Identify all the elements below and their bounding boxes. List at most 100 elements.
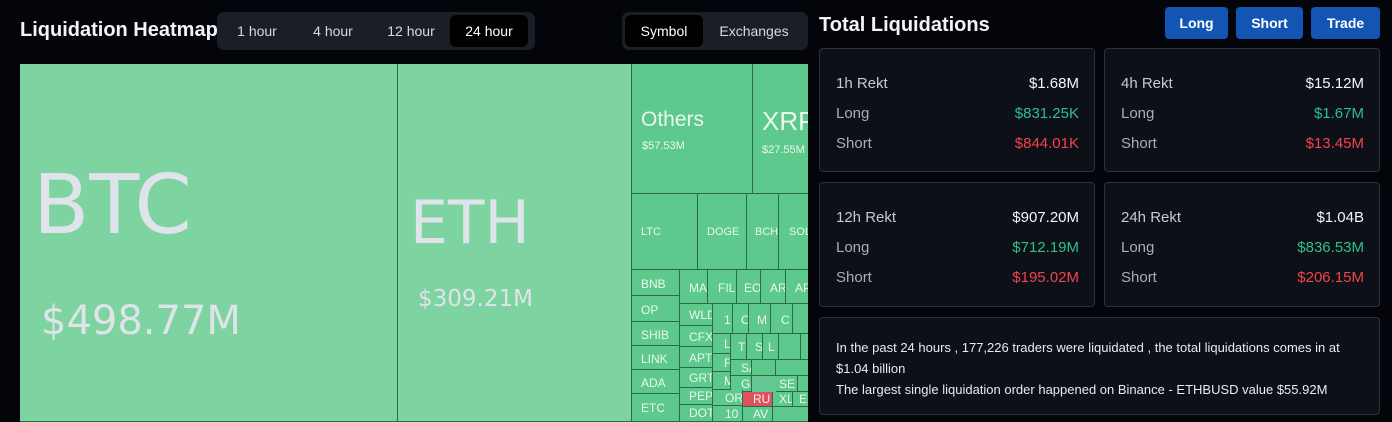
tile-symbol: C — [741, 313, 749, 327]
heatmap-tile-shib[interactable]: SHIB — [632, 322, 680, 346]
heatmap-tile-ltc[interactable]: LTC — [632, 194, 698, 270]
time-option-1-hour[interactable]: 1 hour — [220, 15, 294, 47]
heatmap-tile-eth[interactable]: ETH $309.21M — [398, 64, 632, 422]
heatmap-tile-c2[interactable]: C — [771, 304, 793, 334]
heatmap-tile-c1[interactable]: C — [733, 304, 749, 334]
heatmap-tile-apt[interactable]: APT — [680, 347, 713, 368]
tile-symbol: C — [781, 313, 790, 327]
tile-symbol: GA — [741, 377, 751, 391]
view-option-exchanges[interactable]: Exchanges — [703, 15, 805, 47]
view-mode-selector: Symbol Exchanges — [622, 12, 808, 50]
card-total-row: 1h Rekt $1.68M — [836, 75, 1079, 92]
heatmap-tile-e[interactable]: E — [793, 392, 808, 407]
tile-symbol: T — [738, 340, 746, 354]
heatmap-tile-av[interactable]: AV — [743, 407, 773, 422]
heatmap-tile-r[interactable] — [793, 304, 808, 334]
heatmap-tile-t[interactable]: T — [731, 334, 747, 360]
card-total: $907.20M — [1012, 209, 1079, 226]
heatmap-tile-1[interactable]: 1 — [713, 304, 733, 334]
heatmap-tile-ld[interactable]: LD — [713, 334, 731, 354]
heatmap-tile-ru[interactable]: RU — [743, 392, 773, 407]
heatmap-tile-sa[interactable]: SA — [731, 360, 752, 376]
heatmap-tile-btc[interactable]: BTC $498.77M — [20, 64, 398, 422]
heatmap-tile-z4[interactable] — [773, 407, 808, 422]
card-long-label: Long — [1121, 105, 1155, 122]
heatmap-tile-y[interactable] — [801, 334, 808, 360]
heatmap-tile-x[interactable] — [779, 334, 801, 360]
heatmap-tile-fil[interactable]: FIL — [708, 270, 737, 304]
card-long-value: $836.53M — [1297, 239, 1364, 256]
heatmap-tile-or[interactable]: OR — [713, 390, 743, 406]
heatmap-tile-grt[interactable]: GRT — [680, 368, 713, 388]
card-short-label: Short — [1121, 135, 1157, 152]
heatmap-tile-wld[interactable]: WLD — [680, 304, 713, 326]
tile-symbol: CFX — [689, 330, 713, 344]
heatmap-tile-cfx[interactable]: CFX — [680, 326, 713, 347]
card-total-row: 4h Rekt $15.12M — [1121, 75, 1364, 92]
tile-symbol: WLD — [689, 308, 712, 322]
card-long-row: Long $1.67M — [1121, 105, 1364, 122]
heatmap-tile-xrp[interactable]: XRP $27.55M — [753, 64, 808, 194]
heatmap-tile-ft[interactable]: FT — [713, 354, 731, 372]
long-button[interactable]: Long — [1165, 7, 1228, 39]
heatmap-tile-ada[interactable]: ADA — [632, 370, 680, 394]
tile-symbol: FT — [724, 356, 731, 370]
heatmap-tile-mk[interactable]: MK — [713, 372, 731, 390]
heatmap-tile-eo[interactable]: EO — [737, 270, 761, 304]
heatmap-tile-z2[interactable] — [776, 360, 808, 376]
heatmap-tile-xl[interactable]: XL — [773, 392, 793, 407]
card-period: 4h Rekt — [1121, 75, 1173, 92]
tile-symbol: SA — [741, 361, 751, 375]
card-total: $15.12M — [1305, 75, 1364, 92]
time-option-24-hour[interactable]: 24 hour — [450, 15, 528, 47]
card-long-value: $1.67M — [1313, 105, 1364, 122]
short-button[interactable]: Short — [1236, 7, 1303, 39]
heatmap-tile-op[interactable]: OP — [632, 296, 680, 322]
card-long-value: $712.19M — [1012, 239, 1079, 256]
tile-symbol: EO — [744, 281, 761, 295]
heatmap-tile-ma[interactable]: MA — [680, 270, 708, 304]
heatmap-tile-bch[interactable]: BCH — [747, 194, 779, 270]
tile-symbol: SHIB — [641, 328, 670, 342]
heatmap-tile-10[interactable]: 10 — [713, 406, 743, 422]
time-range-selector: 1 hour 4 hour 12 hour 24 hour — [217, 12, 535, 50]
heatmap-tile-dot[interactable]: DOT — [680, 405, 713, 422]
heatmap-tile-others[interactable]: Others $57.53M — [632, 64, 753, 194]
heatmap-tile-l[interactable]: L — [763, 334, 779, 360]
heatmap-tile-m[interactable]: M — [749, 304, 771, 334]
tile-symbol: AR — [770, 281, 786, 295]
card-short-row: Short $195.02M — [836, 269, 1079, 286]
heatmap-tile-z3[interactable] — [798, 376, 808, 392]
card-total-row: 12h Rekt $907.20M — [836, 209, 1079, 226]
heatmap-tile-pepe[interactable]: PEPE — [680, 388, 713, 405]
heatmap-tile-bnb[interactable]: BNB — [632, 270, 680, 296]
view-option-symbol[interactable]: Symbol — [625, 15, 703, 47]
time-option-4-hour[interactable]: 4 hour — [294, 15, 372, 47]
tile-symbol: GRT — [689, 371, 713, 385]
summary-line-1: In the past 24 hours , 177,226 traders w… — [836, 340, 1340, 376]
heatmap-tile-etc[interactable]: ETC — [632, 394, 680, 422]
card-long-label: Long — [836, 239, 870, 256]
rekt-card-4h: 4h Rekt $15.12M Long $1.67M Short $13.45M — [1104, 48, 1380, 172]
card-short-value: $195.02M — [1012, 269, 1079, 286]
heatmap-tile-s[interactable]: S — [747, 334, 763, 360]
tile-symbol: PEPE — [689, 389, 713, 403]
trade-button[interactable]: Trade — [1311, 7, 1380, 39]
tile-symbol: AP — [795, 281, 808, 295]
heatmap-tile-doge[interactable]: DOGE — [698, 194, 747, 270]
heatmap-tile-se[interactable]: SE — [776, 376, 798, 392]
card-short-row: Short $13.45M — [1121, 135, 1364, 152]
time-option-12-hour[interactable]: 12 hour — [372, 15, 450, 47]
heatmap-tile-sol[interactable]: SOL — [779, 194, 808, 270]
heatmap-tile-ap[interactable]: AP — [786, 270, 808, 304]
heatmap-tile-ar[interactable]: AR — [761, 270, 786, 304]
card-total-row: 24h Rekt $1.04B — [1121, 209, 1364, 226]
heatmap-tile-z1[interactable] — [752, 360, 776, 376]
tile-value: $498.77M — [41, 298, 241, 344]
tile-symbol: E — [799, 392, 808, 406]
tile-symbol: BTC — [33, 158, 192, 253]
card-short-row: Short $206.15M — [1121, 269, 1364, 286]
tile-symbol: M — [757, 313, 767, 327]
heatmap-tile-link[interactable]: LINK — [632, 346, 680, 370]
rekt-card-12h: 12h Rekt $907.20M Long $712.19M Short $195.… — [819, 182, 1095, 307]
